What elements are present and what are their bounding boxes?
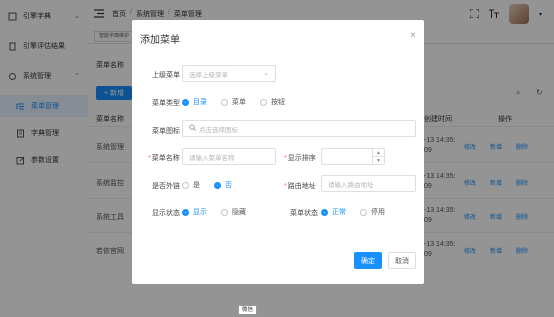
radio-label: 菜单 [232,99,246,106]
radio-show[interactable]: 显示 [182,207,207,217]
menu-name-input[interactable]: 请输入菜单名称 [182,148,276,165]
external-link-label: 是否外链 [152,183,180,190]
radio-label: 目录 [193,99,207,106]
radio-menu[interactable]: 菜单 [221,97,246,107]
route-input[interactable]: 请输入路由地址 [321,175,416,192]
radio-label: 隐藏 [232,209,246,216]
status-radio-group: 正常 停用 [321,207,399,217]
menu-type-radio-group: 目录 菜单 按钮 [182,97,299,107]
order-stepper[interactable]: ▲ ▼ [321,148,385,165]
radio-label: 否 [225,182,232,189]
order-label-text: 显示排序 [287,155,316,162]
route-placeholder: 请输入路由地址 [328,181,374,189]
radio-unchecked-icon [260,98,267,106]
route-label-text: 路由地址 [287,183,316,190]
menu-icon-input[interactable]: 点击选择图标 [182,120,416,137]
status-label: 菜单状态 [290,210,318,217]
external-link-radio-group: 是 否 [182,180,246,190]
required-mark: * [284,155,287,162]
radio-checked-icon [214,181,221,189]
radio-checked-icon [182,98,189,106]
parent-menu-select[interactable]: 选择上级菜单 ⌄ [182,65,276,82]
radio-unchecked-icon [221,208,228,216]
radio-unchecked-icon [182,181,189,189]
radio-normal[interactable]: 正常 [321,207,346,217]
radio-yes[interactable]: 是 [182,180,200,190]
dialog-title: 添加菜单 [140,35,180,46]
menu-icon-label: 菜单图标 [152,128,180,135]
radio-no[interactable]: 否 [214,180,232,190]
radio-unchecked-icon [360,208,367,216]
radio-label: 按钮 [271,99,285,106]
radio-disabled[interactable]: 停用 [360,207,385,217]
radio-label: 正常 [332,209,346,216]
radio-unchecked-icon [221,98,228,106]
radio-button[interactable]: 按钮 [260,97,285,107]
search-icon [189,124,196,133]
radio-checked-icon [321,208,328,216]
visible-radio-group: 显示 隐藏 [182,207,260,217]
cancel-button[interactable]: 取消 [388,252,416,269]
menu-name-placeholder: 请输入菜单名称 [189,154,235,162]
confirm-button[interactable]: 确定 [354,252,382,269]
radio-directory[interactable]: 目录 [182,97,207,107]
menu-name-label: *菜单名称 [148,153,180,163]
parent-menu-placeholder: 选择上级菜单 [189,71,228,79]
menu-name-label-text: 菜单名称 [151,155,180,162]
order-label: *显示排序 [284,153,316,163]
stepper-controls: ▲ ▼ [372,149,384,164]
radio-label: 显示 [193,209,207,216]
visible-label: 显示状态 [152,210,180,217]
increment-button[interactable]: ▲ [373,149,384,157]
decrement-button[interactable]: ▼ [373,157,384,164]
menu-type-label: 菜单类型 [152,100,180,107]
required-mark: * [148,155,151,162]
menu-icon-placeholder: 点击选择图标 [199,126,238,134]
chevron-down-icon: ⌄ [263,70,269,77]
required-mark: * [284,183,287,190]
radio-label: 停用 [371,209,385,216]
tooltip: 微信 [238,305,258,315]
radio-checked-icon [182,208,189,216]
parent-menu-label: 上级菜单 [152,72,180,79]
radio-label: 是 [193,182,200,189]
route-label: *路由地址 [284,181,316,191]
add-menu-dialog: 添加菜单 × 上级菜单 选择上级菜单 ⌄ 菜单类型 目录 菜单 按钮 菜单图标 … [132,20,424,284]
radio-hide[interactable]: 隐藏 [221,207,246,217]
close-icon[interactable]: × [410,30,416,41]
